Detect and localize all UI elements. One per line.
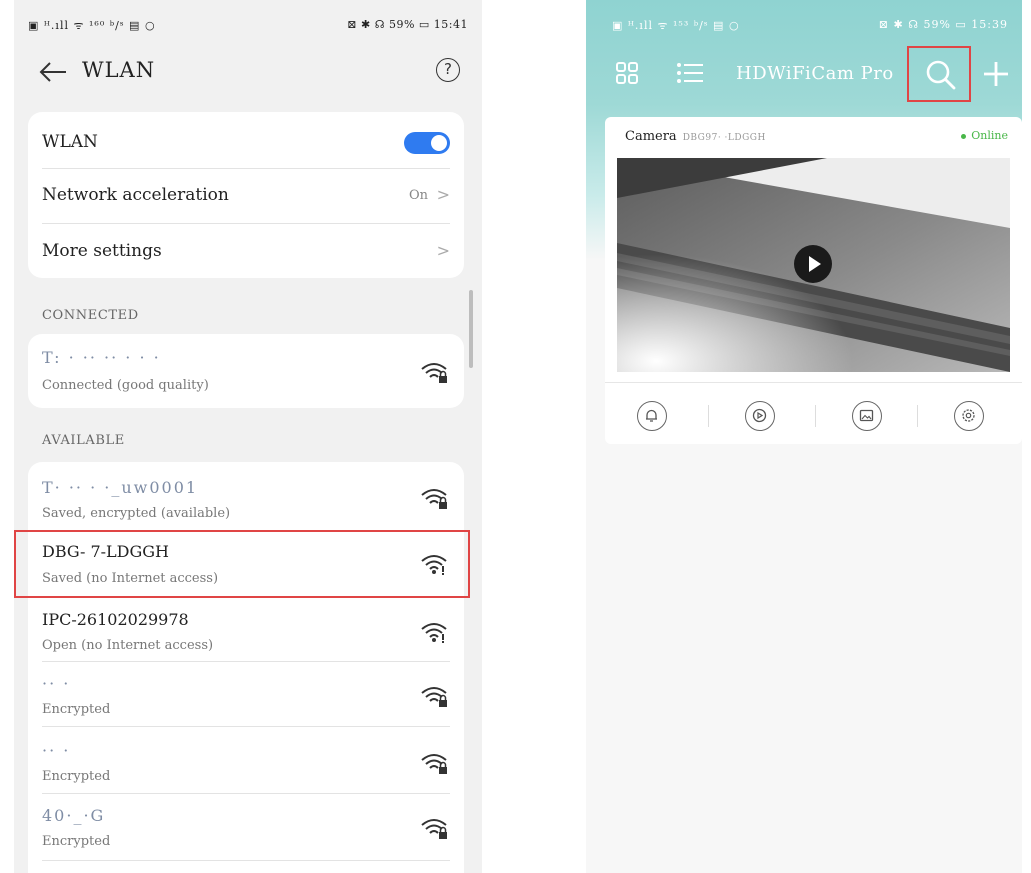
settings-icon [962, 409, 975, 422]
network-list-item[interactable]: T· ·· · ·_uw0001 Saved, encrypted (avail… [28, 462, 464, 528]
back-arrow-icon[interactable] [38, 60, 68, 84]
wlan-label: WLAN [42, 132, 98, 152]
status-bar: ▣ ᴴ.ıll ᯤ ¹⁶⁰ ᵇ/ˢ ▤ ○ ⊠ ✱ ☊ 59% ▭ 15:41 [14, 0, 482, 44]
scrollbar[interactable] [469, 290, 473, 368]
network-list-item[interactable]: ·· · Encrypted [28, 727, 464, 793]
status-bar-left: ▣ ᴴ.ıll ᯤ ¹⁵³ ᵇ/ˢ ▤ ○ [612, 19, 740, 32]
divider [42, 860, 450, 861]
add-device-icon[interactable] [982, 60, 1010, 88]
wlan-settings-screen: ▣ ᴴ.ıll ᯤ ¹⁶⁰ ᵇ/ˢ ▤ ○ ⊠ ✱ ☊ 59% ▭ 15:41 … [14, 0, 482, 873]
highlighted-network-box [14, 530, 470, 598]
app-toolbar: HDWiFiCam Pro [586, 46, 1022, 102]
wifi-lock-icon [421, 363, 447, 383]
page-header: WLAN ? [14, 44, 482, 100]
network-status: Encrypted [42, 702, 111, 717]
camera-id: DBG97· ·LDGGH [682, 133, 766, 143]
wifi-lock-icon [421, 489, 447, 509]
network-status: Encrypted [42, 834, 111, 849]
connected-section-header: CONNECTED [42, 308, 139, 323]
play-button[interactable] [794, 245, 832, 283]
more-settings-label: More settings [42, 241, 162, 261]
connected-network-card[interactable]: T: · ·· ·· · · · Connected (good quality… [28, 334, 464, 408]
network-list-item[interactable]: ·· · Encrypted [28, 662, 464, 726]
wlan-toggle-row[interactable]: WLAN [28, 112, 464, 168]
connected-network-name: T: · ·· ·· · · · [42, 348, 161, 367]
camera-preview[interactable] [617, 158, 1010, 372]
camera-title: Camera DBG97· ·LDGGH [625, 129, 766, 144]
network-name: IPC-26102029978 [42, 610, 189, 629]
network-status: Encrypted [42, 769, 111, 784]
gallery-icon [859, 409, 874, 422]
available-section-header: AVAILABLE [42, 433, 125, 448]
playback-button[interactable] [745, 401, 775, 431]
wifi-lock-icon [421, 754, 447, 774]
network-name: ·· · [42, 674, 71, 693]
network-acceleration-label: Network acceleration [42, 185, 229, 205]
camera-online-status: Online [961, 129, 1008, 142]
status-bar-right: ⊠ ✱ ☊ 59% ▭ 15:39 [878, 18, 1008, 31]
network-acceleration-row[interactable]: Network acceleration On > [28, 169, 464, 223]
wlan-toggle[interactable] [404, 132, 450, 154]
network-name: T· ·· · ·_uw0001 [42, 478, 199, 497]
playback-icon [752, 408, 767, 423]
chevron-right-icon: > [436, 185, 450, 204]
status-bar-left: ▣ ᴴ.ıll ᯤ ¹⁶⁰ ᵇ/ˢ ▤ ○ [28, 19, 156, 32]
more-settings-row[interactable]: More settings > [28, 224, 464, 278]
network-name: 40·_·G [42, 806, 106, 825]
app-title: HDWiFiCam Pro [736, 63, 894, 84]
camera-card[interactable]: Camera DBG97· ·LDGGH Online [605, 117, 1022, 444]
divider [605, 382, 1022, 383]
list-view-icon[interactable] [676, 62, 704, 84]
bell-icon [646, 409, 657, 422]
chevron-right-icon: > [436, 241, 450, 260]
grid-view-icon[interactable] [616, 62, 638, 84]
divider [815, 405, 816, 427]
wifi-alert-icon [421, 623, 447, 643]
camera-app-screen: ▣ ᴴ.ıll ᯤ ¹⁵³ ᵇ/ˢ ▤ ○ ⊠ ✱ ☊ 59% ▭ 15:39 … [586, 0, 1022, 873]
network-list-item[interactable]: IPC-26102029978 Open (no Internet access… [28, 596, 464, 662]
network-name: ·· · [42, 741, 71, 760]
search-button[interactable] [907, 46, 971, 102]
connected-network-status: Connected (good quality) [42, 378, 209, 393]
gallery-button[interactable] [852, 401, 882, 431]
wifi-lock-icon [421, 819, 447, 839]
wifi-lock-icon [421, 687, 447, 707]
divider [708, 405, 709, 427]
camera-settings-button[interactable] [954, 401, 984, 431]
network-status: Open (no Internet access) [42, 638, 214, 653]
network-acceleration-value: On [408, 188, 428, 203]
network-status: Saved, encrypted (available) [42, 506, 231, 521]
wlan-settings-card: WLAN Network acceleration On > More sett… [28, 112, 464, 278]
divider [917, 405, 918, 427]
camera-label: Camera [625, 129, 677, 144]
search-icon [926, 60, 956, 90]
page-title: WLAN [82, 58, 156, 82]
network-list-item[interactable]: 40·_·G Encrypted [28, 794, 464, 860]
alarm-button[interactable] [637, 401, 667, 431]
help-icon[interactable]: ? [436, 58, 460, 82]
available-networks-card: T· ·· · ·_uw0001 Saved, encrypted (avail… [28, 462, 464, 873]
status-bar-right: ⊠ ✱ ☊ 59% ▭ 15:41 [347, 18, 468, 31]
